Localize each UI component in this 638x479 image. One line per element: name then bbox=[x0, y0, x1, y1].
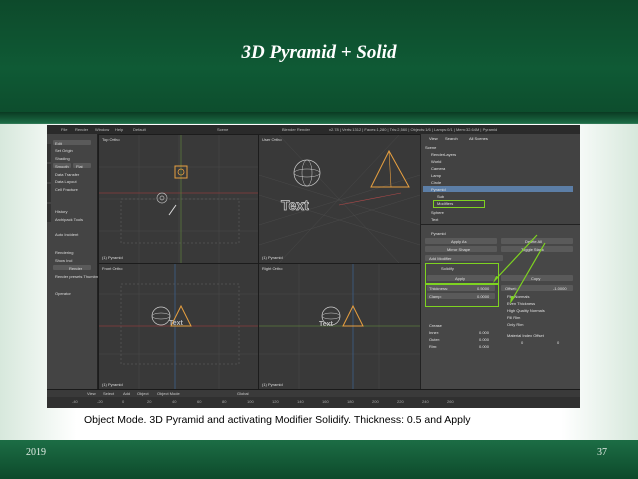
frame-label: 180 bbox=[347, 399, 354, 404]
annotation-arrows bbox=[493, 234, 546, 304]
frame-label: -40 bbox=[72, 399, 78, 404]
frame-label: -20 bbox=[97, 399, 103, 404]
frame-label: 100 bbox=[247, 399, 254, 404]
pivot-global[interactable]: Global bbox=[237, 391, 249, 396]
timeline[interactable]: View Select Add Object Object Mode Globa… bbox=[47, 389, 580, 408]
frame-label: 140 bbox=[297, 399, 304, 404]
frame-label: 80 bbox=[222, 399, 227, 404]
frame-label: 200 bbox=[372, 399, 379, 404]
page-number: 37 bbox=[597, 447, 607, 458]
slide-caption: Object Mode. 3D Pyramid and activating M… bbox=[84, 414, 471, 426]
frame-label: 40 bbox=[172, 399, 177, 404]
blender-screenshot: File Render Window Help Default Scene Bl… bbox=[47, 125, 580, 408]
frame-label: 120 bbox=[272, 399, 279, 404]
tl-object[interactable]: Object bbox=[137, 391, 149, 396]
object-mode-select[interactable]: Object Mode bbox=[157, 391, 180, 396]
tl-view[interactable]: View bbox=[87, 391, 96, 396]
frame-label: 20 bbox=[147, 399, 152, 404]
slide-footer bbox=[0, 440, 638, 479]
footer-year: 2019 bbox=[26, 447, 46, 458]
slide-title: 3D Pyramid + Solid bbox=[241, 42, 397, 63]
tl-add[interactable]: Add bbox=[123, 391, 130, 396]
timeline-header: View Select Add Object Object Mode Globa… bbox=[47, 390, 580, 397]
frame-label: 240 bbox=[422, 399, 429, 404]
frame-label: 0 bbox=[122, 399, 125, 404]
frame-label: 60 bbox=[197, 399, 202, 404]
frame-label: 160 bbox=[322, 399, 329, 404]
frame-label: 220 bbox=[397, 399, 404, 404]
frame-label: 260 bbox=[447, 399, 454, 404]
tl-select[interactable]: Select bbox=[103, 391, 114, 396]
